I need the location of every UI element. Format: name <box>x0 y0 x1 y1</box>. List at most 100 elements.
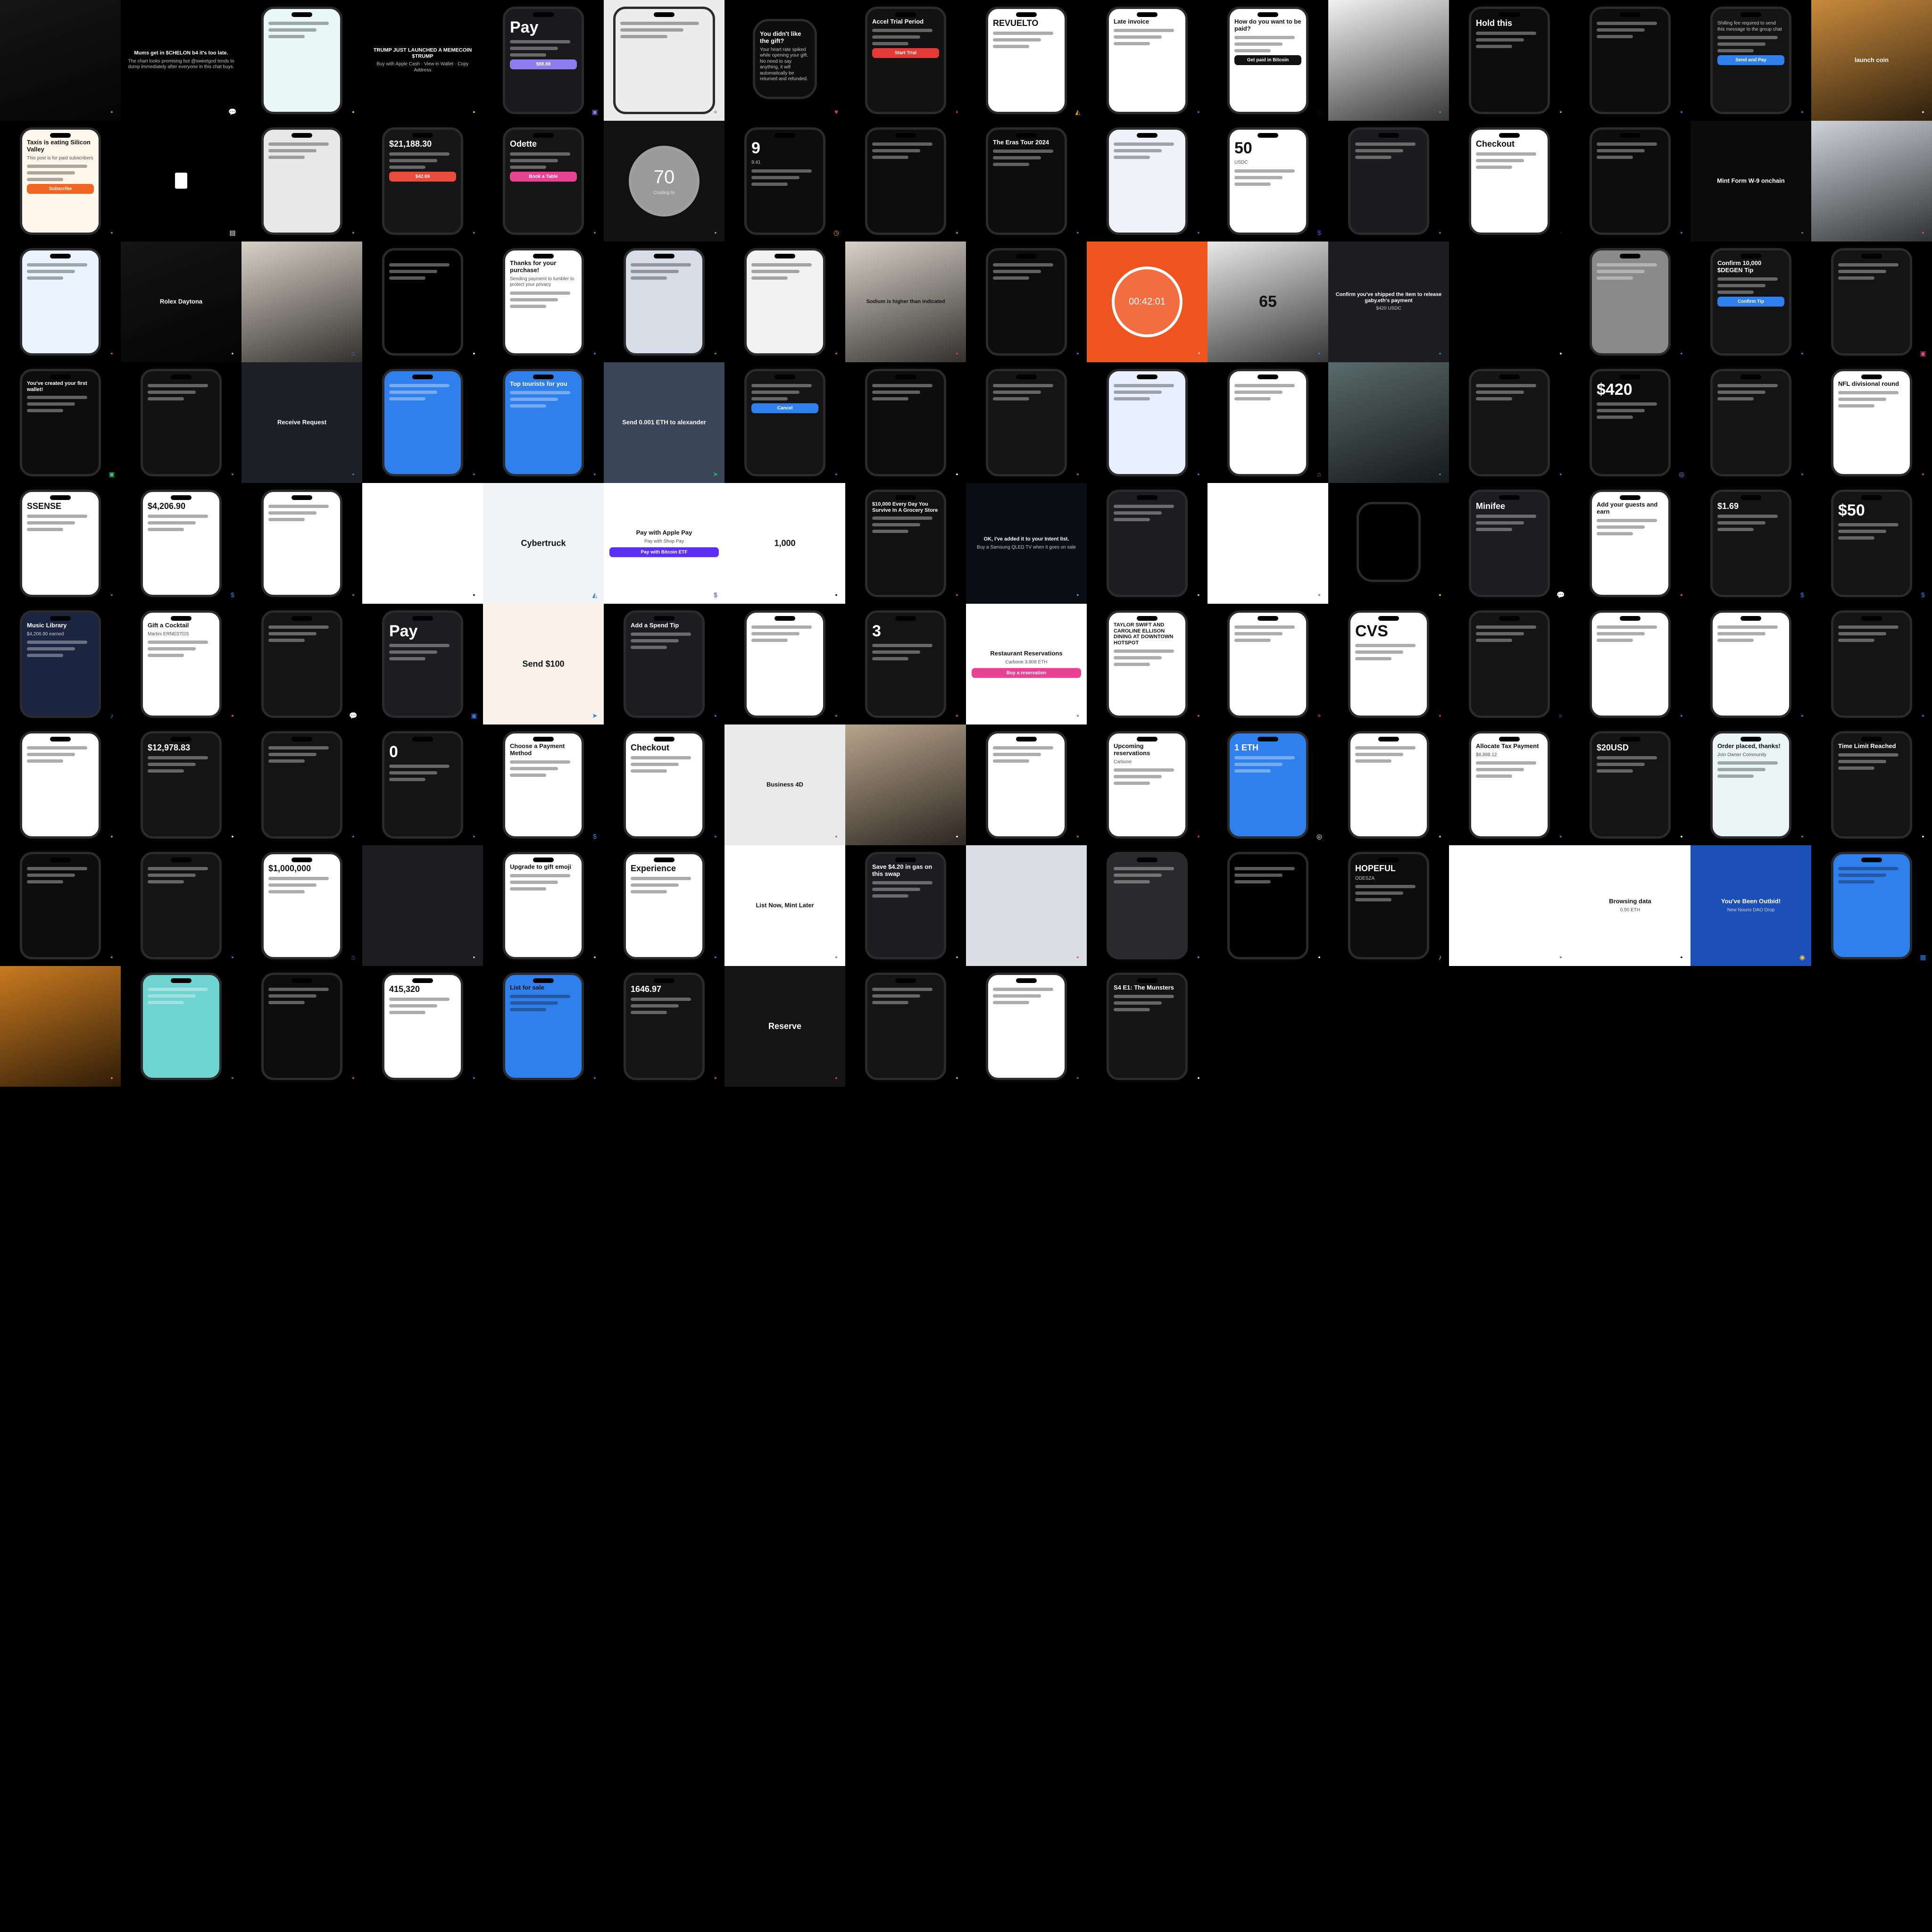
screenshot-tile[interactable]: Top tourists for you • <box>483 362 604 483</box>
screenshot-tile[interactable]: Receive Request • <box>242 362 362 483</box>
screenshot-tile[interactable]: • <box>0 242 121 362</box>
screenshot-tile[interactable]: Reserve • <box>724 966 845 1087</box>
screenshot-tile[interactable]: You've Been Outbid! New Nouns DAO Drop ◉ <box>1690 845 1811 966</box>
screenshot-tile[interactable]: $420 ◎ <box>1570 362 1690 483</box>
tile-action-button[interactable]: Confirm Tip <box>1717 296 1784 307</box>
screenshot-tile[interactable]: $1,000,000 ⌂ <box>242 845 362 966</box>
screenshot-tile[interactable]: Thanks for your purchase! Sending payment… <box>483 242 604 362</box>
screenshot-tile[interactable]: • <box>0 0 121 121</box>
screenshot-tile[interactable]: 1,000 • <box>724 483 845 604</box>
screenshot-tile[interactable]: ▤ <box>121 121 242 242</box>
screenshot-tile[interactable]: The Eras Tour 2024 • <box>966 121 1087 242</box>
screenshot-tile[interactable]: • <box>1208 845 1328 966</box>
screenshot-tile[interactable]: ⌕ <box>1449 604 1570 724</box>
screenshot-tile[interactable]: ⌖ <box>1208 604 1328 724</box>
screenshot-tile[interactable]: ⌂ <box>242 242 362 362</box>
screenshot-tile[interactable]: • <box>1328 121 1449 242</box>
screenshot-tile[interactable]: Restaurant Reservations Carbone 3.808 ETH… <box>966 604 1087 724</box>
screenshot-tile[interactable]: • <box>1087 362 1208 483</box>
screenshot-tile[interactable]: Checkout • <box>1449 121 1570 242</box>
screenshot-tile[interactable]: • <box>966 966 1087 1087</box>
screenshot-tile[interactable]: Taxis is eating Silicon Valley This post … <box>0 121 121 242</box>
screenshot-tile[interactable]: • <box>1449 845 1570 966</box>
screenshot-tile[interactable]: Gift a Cocktail Martini ERNESTOS • <box>121 604 242 724</box>
screenshot-tile[interactable]: $20USD • <box>1570 724 1690 845</box>
screenshot-tile[interactable]: Send $100 ➤ <box>483 604 604 724</box>
screenshot-tile[interactable]: Pay ▣ <box>362 604 483 724</box>
screenshot-tile[interactable]: HOPEFUL ODESZA ♪ <box>1328 845 1449 966</box>
screenshot-tile[interactable]: • <box>242 966 362 1087</box>
screenshot-tile[interactable]: You didn't like the gift? Your heart rate… <box>724 0 845 121</box>
screenshot-tile[interactable]: SSENSE • <box>0 483 121 604</box>
screenshot-tile[interactable]: • <box>362 845 483 966</box>
screenshot-tile[interactable]: • <box>1690 604 1811 724</box>
screenshot-tile[interactable]: 💬 <box>242 604 362 724</box>
screenshot-tile[interactable]: How do you want to be paid? Get paid in B… <box>1208 0 1328 121</box>
screenshot-tile[interactable]: • <box>1570 242 1690 362</box>
screenshot-tile[interactable]: List Now, Mint Later • <box>724 845 845 966</box>
screenshot-tile[interactable]: Cybertruck ◭ <box>483 483 604 604</box>
screenshot-tile[interactable]: Pay with Apple Pay Pay with Shop Pay Pay w… <box>604 483 724 604</box>
screenshot-tile[interactable]: • <box>724 604 845 724</box>
screenshot-tile[interactable]: 9 9:41 ◷ <box>724 121 845 242</box>
screenshot-tile[interactable]: $10,000 Every Day You Survive In A Groce… <box>845 483 966 604</box>
screenshot-tile[interactable]: Upgrade to gift emoji • <box>483 845 604 966</box>
screenshot-tile[interactable]: • <box>242 0 362 121</box>
screenshot-tile[interactable]: Mums get in $CHELON b4 it's too late. The… <box>121 0 242 121</box>
screenshot-tile[interactable]: • <box>1570 604 1690 724</box>
screenshot-tile[interactable]: • <box>1570 121 1690 242</box>
screenshot-tile[interactable]: ⌂ <box>1208 362 1328 483</box>
screenshot-tile[interactable]: • <box>966 242 1087 362</box>
screenshot-tile[interactable]: Allocate Tax Payment $8,888.12 • <box>1449 724 1570 845</box>
screenshot-tile[interactable]: • <box>242 724 362 845</box>
screenshot-tile[interactable]: $50 $ <box>1811 483 1932 604</box>
screenshot-tile[interactable]: • <box>845 966 966 1087</box>
screenshot-tile[interactable]: • <box>121 845 242 966</box>
screenshot-tile[interactable]: ⌖ <box>604 0 724 121</box>
screenshot-tile[interactable]: Cancel • <box>724 362 845 483</box>
tile-action-button[interactable]: $42.69 <box>389 171 456 182</box>
tile-action-button[interactable]: Cancel <box>751 403 818 413</box>
screenshot-tile[interactable]: Minifee 💬 <box>1449 483 1570 604</box>
screenshot-tile[interactable]: 50 USDC $ <box>1208 121 1328 242</box>
screenshot-tile[interactable]: • <box>0 966 121 1087</box>
screenshot-tile[interactable]: Save $4.20 in gas on this swap • <box>845 845 966 966</box>
screenshot-tile[interactable]: 0 • <box>362 724 483 845</box>
screenshot-tile[interactable]: Confirm 10,000 $DEGEN Tip Confirm Tip • <box>1690 242 1811 362</box>
screenshot-tile[interactable]: S4 E1: The Munsters • <box>1087 966 1208 1087</box>
screenshot-tile[interactable]: • <box>121 362 242 483</box>
screenshot-tile[interactable]: 65 • <box>1208 242 1328 362</box>
screenshot-tile[interactable]: $4,206.90 $ <box>121 483 242 604</box>
tile-action-button[interactable]: Book a Table <box>510 171 577 182</box>
screenshot-tile[interactable]: Upcoming reservations Carbone • <box>1087 724 1208 845</box>
screenshot-tile[interactable]: Accel Trial Period Start Trial • <box>845 0 966 121</box>
screenshot-tile[interactable]: $21,188.30 $42.69 • <box>362 121 483 242</box>
screenshot-tile[interactable]: • <box>1328 0 1449 121</box>
screenshot-tile[interactable]: • <box>1087 483 1208 604</box>
screenshot-tile[interactable]: • <box>242 483 362 604</box>
tile-action-button[interactable]: Buy a reservation <box>972 668 1081 678</box>
screenshot-tile[interactable]: 3 • <box>845 604 966 724</box>
screenshot-tile[interactable]: • <box>1087 121 1208 242</box>
screenshot-tile[interactable]: • <box>0 845 121 966</box>
screenshot-tile[interactable]: • <box>845 724 966 845</box>
screenshot-tile[interactable]: • <box>966 724 1087 845</box>
screenshot-tile[interactable]: Business 4D • <box>724 724 845 845</box>
screenshot-tile[interactable]: • <box>242 121 362 242</box>
screenshot-tile[interactable]: • <box>1208 483 1328 604</box>
screenshot-tile[interactable]: Checkout • <box>604 724 724 845</box>
screenshot-tile[interactable]: Add your guests and earn • <box>1570 483 1690 604</box>
screenshot-tile[interactable]: • <box>1449 242 1570 362</box>
screenshot-tile[interactable]: REVUELTO ◭ <box>966 0 1087 121</box>
screenshot-tile[interactable]: • <box>1328 362 1449 483</box>
tile-action-button[interactable]: Send and Pay <box>1717 55 1784 65</box>
screenshot-tile[interactable]: • <box>1690 362 1811 483</box>
screenshot-tile[interactable]: Late invoice • <box>1087 0 1208 121</box>
screenshot-tile[interactable]: • <box>966 845 1087 966</box>
screenshot-tile[interactable]: TAYLOR SWIFT AND CAROLINE ELLISON DINING… <box>1087 604 1208 724</box>
screenshot-tile[interactable]: $1.69 $ <box>1690 483 1811 604</box>
screenshot-tile[interactable]: • <box>1811 604 1932 724</box>
screenshot-tile[interactable]: • <box>845 121 966 242</box>
screenshot-tile[interactable]: • <box>121 966 242 1087</box>
screenshot-tile[interactable]: 70 Cooling to • <box>604 121 724 242</box>
